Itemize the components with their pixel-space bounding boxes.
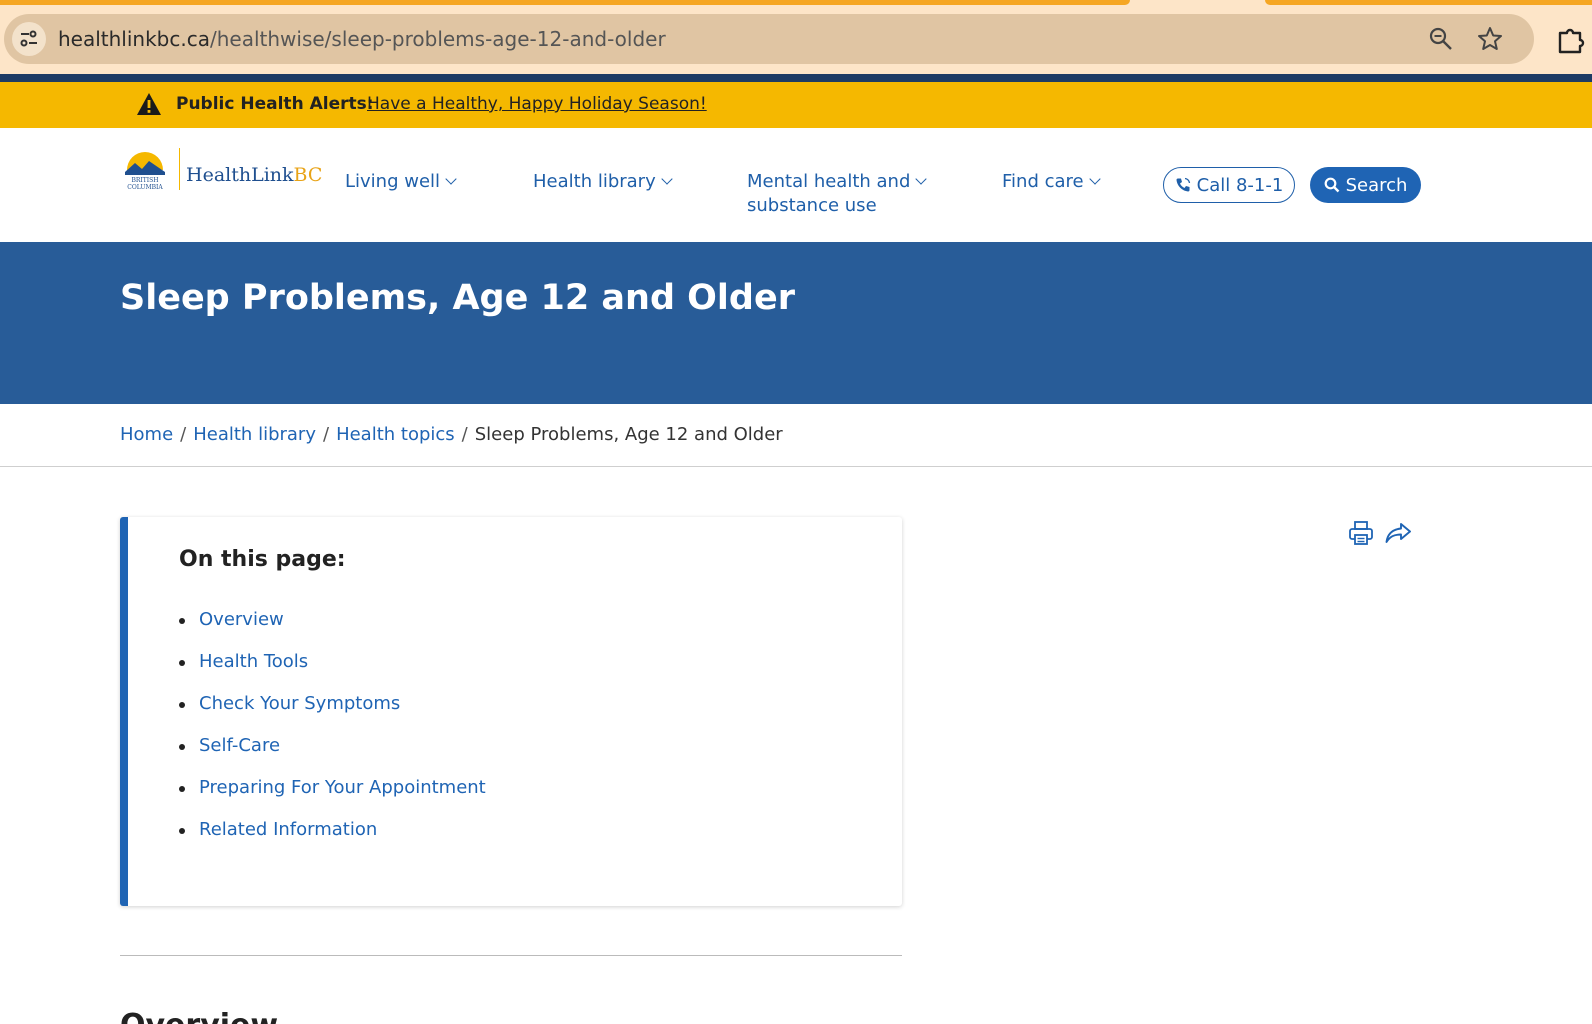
share-icon[interactable] [1384, 520, 1412, 546]
bc-government-emblem-icon: BRITISH COLUMBIA [125, 152, 165, 191]
tab-strip-accent [0, 0, 1130, 5]
logo-divider [179, 148, 180, 190]
breadcrumb-separator: / [180, 424, 187, 445]
browser-chrome: healthlinkbc.ca/healthwise/sleep-problem… [0, 0, 1592, 74]
toc-heading: On this page: [179, 547, 346, 572]
print-icon[interactable] [1348, 520, 1374, 546]
nav-find-care[interactable]: Find care [1002, 170, 1101, 194]
page-tools [1348, 520, 1412, 548]
toc-link[interactable]: Health Tools [199, 651, 308, 672]
nav-living-well-label: Living well [345, 171, 441, 192]
overview-heading: Overview [120, 1008, 278, 1024]
bookmark-star-icon[interactable] [1476, 25, 1504, 53]
bullet [179, 702, 185, 708]
breadcrumb-separator: / [461, 424, 468, 445]
nav-health-library[interactable]: Health library [533, 170, 673, 194]
bullet [179, 828, 185, 834]
svg-text:COLUMBIA: COLUMBIA [127, 184, 163, 191]
phone-icon [1176, 177, 1190, 192]
nav-health-library-label: Health library [533, 171, 656, 192]
breadcrumb: Home / Health library / Health topics / Sleep … [120, 424, 783, 445]
logo-wordmark-healthlink: HealthLink [186, 164, 294, 186]
nav-living-well[interactable]: Living well [345, 170, 457, 194]
healthlinkbc-logo[interactable]: BRITISH COLUMBIA HealthLinkBC [120, 148, 322, 196]
nav-mental-health-label-line2: substance use [747, 195, 877, 216]
toc-link[interactable]: Check Your Symptoms [199, 693, 400, 714]
url-text[interactable]: healthlinkbc.ca/healthwise/sleep-problem… [58, 27, 666, 51]
breadcrumb-home[interactable]: Home [120, 424, 173, 445]
nav-find-care-label: Find care [1002, 171, 1084, 192]
section-divider [120, 955, 902, 956]
address-bar[interactable]: healthlinkbc.ca/healthwise/sleep-problem… [4, 14, 1534, 64]
warning-icon [137, 93, 161, 115]
search-button[interactable]: Search [1310, 167, 1421, 203]
bullet [179, 744, 185, 750]
breadcrumb-separator: / [322, 424, 330, 445]
alert-label: Public Health Alerts: [176, 94, 374, 114]
browser-chrome-divider [0, 74, 1592, 82]
breadcrumb-current: Sleep Problems, Age 12 and Older [474, 424, 783, 445]
toc-link[interactable]: Related Information [199, 819, 377, 840]
toc-list: Overview Health Tools Check Your Symptom… [179, 609, 486, 861]
toc-item-overview[interactable]: Overview [179, 609, 486, 651]
toc-link[interactable]: Preparing For Your Appointment [199, 777, 486, 798]
zoom-out-icon[interactable] [1428, 26, 1454, 52]
nav-mental-health-label-line1: Mental health and [747, 171, 911, 192]
site-header: BRITISH COLUMBIA HealthLinkBC Living wel… [0, 128, 1592, 242]
nav-mental-health[interactable]: Mental health and substance use [747, 170, 928, 218]
breadcrumb-health-library[interactable]: Health library [193, 424, 316, 445]
toc-item-check-symptoms[interactable]: Check Your Symptoms [179, 693, 486, 735]
toc-link[interactable]: Self-Care [199, 735, 280, 756]
chevron-down-icon [445, 173, 457, 185]
logo-wordmark-bc: BC [293, 164, 323, 186]
public-health-alert-bar: Public Health Alerts: Have a Healthy, Ha… [0, 82, 1592, 128]
call-811-label: Call 8-1-1 [1196, 174, 1284, 196]
search-icon [1324, 177, 1339, 193]
svg-text:BRITISH: BRITISH [131, 177, 158, 184]
toc-item-self-care[interactable]: Self-Care [179, 735, 486, 777]
bullet [179, 618, 185, 624]
call-811-button[interactable]: Call 8-1-1 [1163, 167, 1295, 203]
extensions-puzzle-icon[interactable] [1556, 24, 1586, 54]
tab-strip-accent-right [1265, 0, 1592, 5]
toc-link[interactable]: Overview [199, 609, 284, 630]
site-info-icon[interactable] [12, 22, 46, 56]
search-label: Search [1345, 174, 1408, 196]
toc-item-related-info[interactable]: Related Information [179, 819, 486, 861]
breadcrumb-divider [0, 466, 1592, 467]
bullet [179, 660, 185, 666]
chevron-down-icon [915, 173, 928, 185]
alert-link[interactable]: Have a Healthy, Happy Holiday Season! [367, 94, 707, 114]
toc-item-appointment[interactable]: Preparing For Your Appointment [179, 777, 486, 819]
url-domain: healthlinkbc.ca [58, 27, 210, 51]
page-title-banner: Sleep Problems, Age 12 and Older [0, 242, 1592, 404]
chevron-down-icon [1088, 173, 1101, 185]
toc-item-health-tools[interactable]: Health Tools [179, 651, 486, 693]
breadcrumb-health-topics[interactable]: Health topics [336, 424, 455, 445]
on-this-page-card: On this page: Overview Health Tools Chec… [120, 517, 902, 906]
url-path: /healthwise/sleep-problems-age-12-and-ol… [209, 27, 666, 51]
logo-wordmark: HealthLinkBC [186, 164, 322, 186]
chevron-down-icon [661, 173, 673, 185]
page-title: Sleep Problems, Age 12 and Older [120, 278, 795, 318]
bullet [179, 786, 185, 792]
